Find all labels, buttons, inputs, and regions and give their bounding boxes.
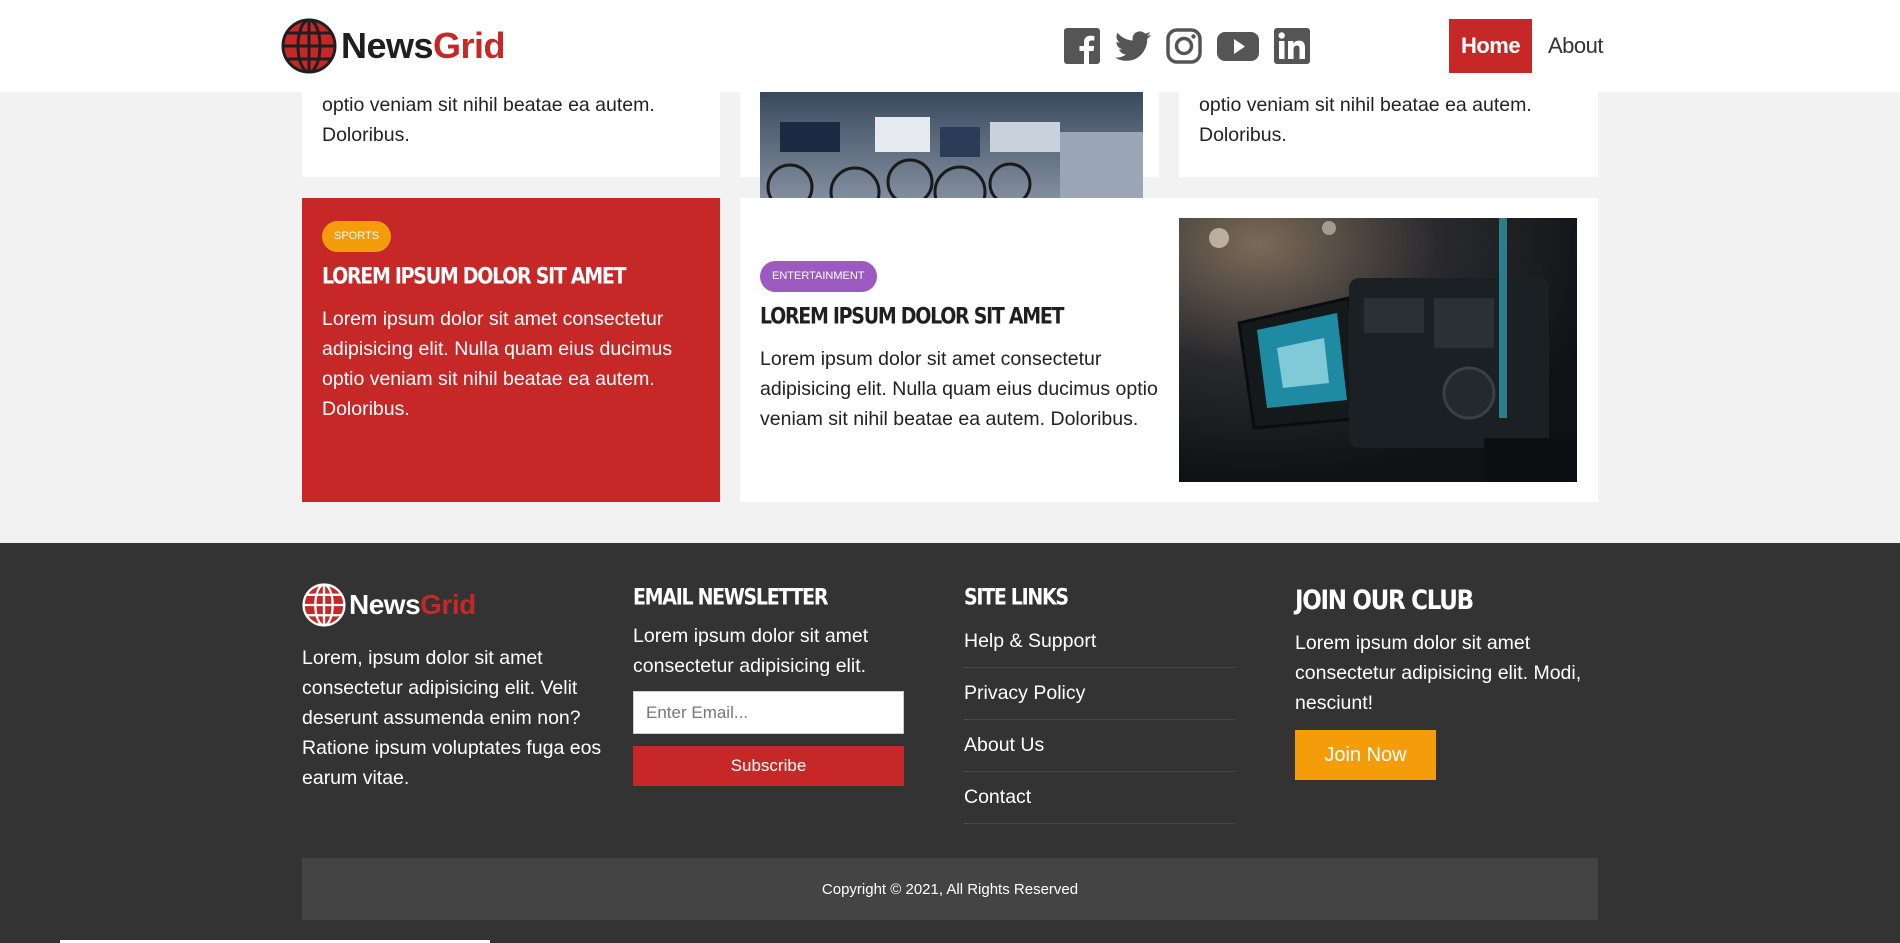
footer-logo-text: NewsGrid	[349, 589, 476, 620]
footer-site-links: SITE LINKS Help & Support Privacy Policy…	[964, 583, 1236, 824]
category-badge-entertainment[interactable]: ENTERTAINMENT	[760, 261, 877, 292]
footer-link-privacy-policy[interactable]: Privacy Policy	[964, 668, 1236, 720]
youtube-icon[interactable]	[1216, 27, 1260, 65]
footer-about-text: Lorem, ipsum dolor sit amet consectetur …	[302, 647, 602, 789]
footer-newsletter: EMAIL NEWSLETTER Lorem ipsum dolor sit a…	[633, 583, 905, 786]
video-camera-image	[1179, 218, 1577, 482]
footer-about: NewsGrid Lorem, ipsum dolor sit amet con…	[302, 583, 602, 793]
copyright-text: Copyright © 2021, All Rights Reserved	[821, 880, 1079, 898]
entertainment-card[interactable]: ENTERTAINMENT LOREM IPSUM DOLOR SIT AMET…	[740, 198, 1598, 502]
footer-club: JOIN OUR CLUB Lorem ipsum dolor sit amet…	[1295, 583, 1595, 780]
social-links	[1063, 27, 1311, 65]
club-text: Lorem ipsum dolor sit amet consectetur a…	[1295, 632, 1582, 714]
copyright-bar: Copyright © 2021, All Rights Reserved	[302, 858, 1598, 920]
globe-icon	[281, 18, 337, 74]
cycling-race-image	[760, 92, 1143, 211]
footer-link-about-us[interactable]: About Us	[964, 720, 1236, 772]
card-text: Lorem ipsum dolor sit amet consectetur a…	[760, 348, 1158, 430]
newsletter-text: Lorem ipsum dolor sit amet consectetur a…	[633, 625, 869, 677]
card-text: optio veniam sit nihil beatae ea autem. …	[1199, 94, 1532, 146]
footer-link-help-support[interactable]: Help & Support	[964, 616, 1236, 668]
club-heading: JOIN OUR CLUB	[1295, 586, 1474, 616]
linkedin-icon[interactable]	[1273, 27, 1311, 65]
site-header: NewsGrid Home About	[0, 0, 1900, 92]
footer-link-contact[interactable]: Contact	[964, 772, 1236, 824]
facebook-icon[interactable]	[1063, 27, 1101, 65]
category-badge-sports[interactable]: SPORTS	[322, 221, 392, 252]
twitter-icon[interactable]	[1114, 27, 1152, 65]
logo-text: NewsGrid	[341, 25, 506, 66]
email-field[interactable]	[633, 691, 904, 734]
nav-about-link[interactable]: About	[1548, 33, 1604, 59]
card-text: optio veniam sit nihil beatae ea autem. …	[322, 94, 655, 146]
main-nav: Home About	[1449, 19, 1604, 73]
join-now-button[interactable]: Join Now	[1295, 730, 1436, 780]
header-logo[interactable]: NewsGrid	[281, 18, 506, 74]
footer-logo[interactable]: NewsGrid	[302, 583, 602, 627]
instagram-icon[interactable]	[1165, 27, 1203, 65]
card-title[interactable]: LOREM IPSUM DOLOR SIT AMET	[322, 264, 626, 289]
globe-icon	[302, 583, 346, 627]
site-links-heading: SITE LINKS	[964, 585, 1069, 611]
sports-card[interactable]: SPORTS LOREM IPSUM DOLOR SIT AMET Lorem …	[302, 198, 720, 502]
nav-home-link[interactable]: Home	[1449, 19, 1532, 73]
subscribe-button[interactable]: Subscribe	[633, 746, 904, 786]
card-text: Lorem ipsum dolor sit amet consectetur a…	[322, 308, 673, 420]
newsletter-heading: EMAIL NEWSLETTER	[633, 585, 828, 611]
card-title[interactable]: LOREM IPSUM DOLOR SIT AMET	[760, 304, 1064, 329]
